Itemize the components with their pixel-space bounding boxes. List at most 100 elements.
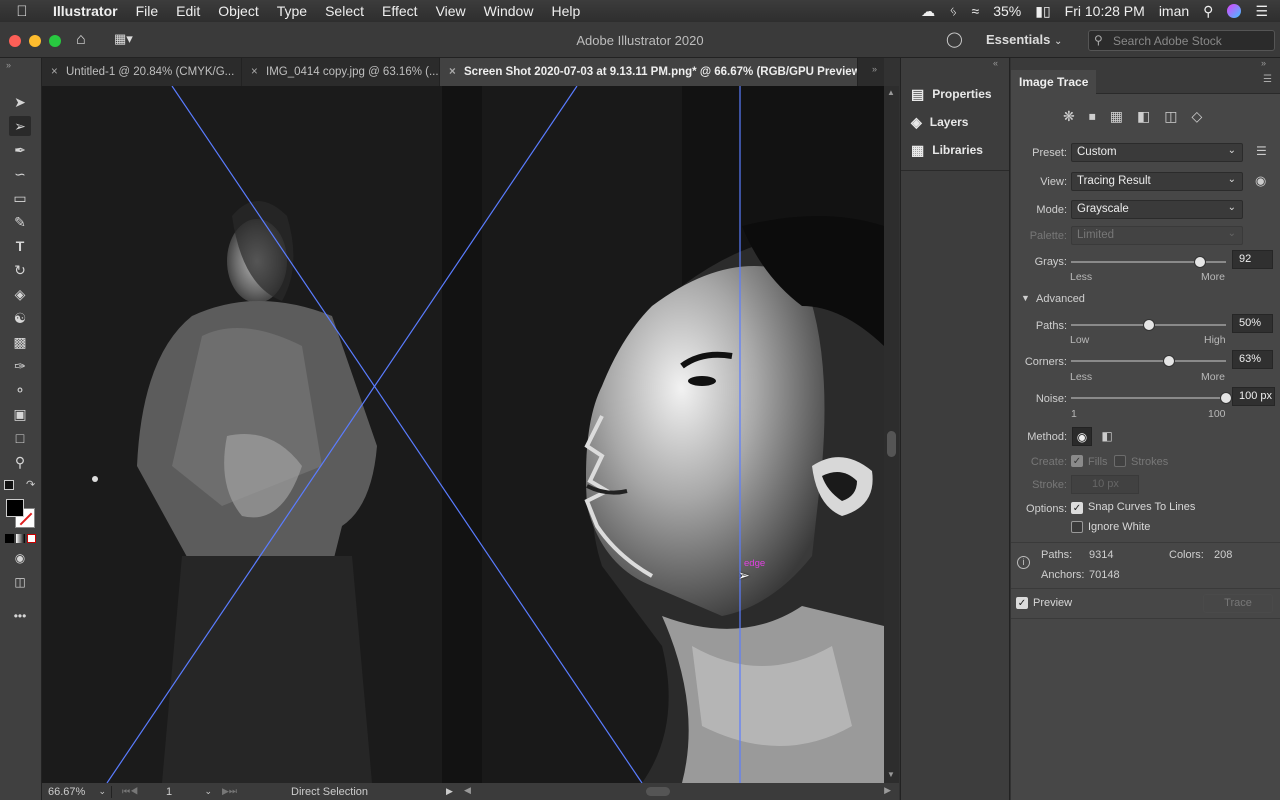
pen-tool-icon[interactable]: ✒ bbox=[9, 140, 31, 160]
outline-icon[interactable]: ◇ bbox=[1191, 108, 1216, 124]
bluetooth-icon[interactable]: ᛃ bbox=[949, 3, 957, 19]
clock[interactable]: Fri 10:28 PM bbox=[1065, 3, 1145, 19]
hscroll-thumb[interactable] bbox=[646, 787, 670, 796]
corners-value-field[interactable]: 63% bbox=[1232, 350, 1273, 369]
menu-window[interactable]: Window bbox=[475, 3, 543, 19]
siri-icon[interactable] bbox=[1227, 4, 1242, 18]
overlapping-method-icon[interactable]: ◧ bbox=[1097, 427, 1117, 446]
fill-color-swatch[interactable] bbox=[6, 499, 24, 517]
apple-icon[interactable]:  bbox=[0, 3, 44, 20]
rotate-tool-icon[interactable]: ↻ bbox=[9, 260, 31, 280]
menu-type[interactable]: Type bbox=[268, 3, 316, 19]
properties-panel-button[interactable]: ▤ Properties bbox=[911, 83, 992, 105]
scroll-left-icon[interactable]: ◀ bbox=[464, 785, 471, 796]
corners-slider-knob[interactable] bbox=[1162, 355, 1175, 367]
eraser-tool-icon[interactable]: ◈ bbox=[9, 284, 31, 304]
rectangle-tool-icon[interactable]: ▭ bbox=[9, 188, 31, 208]
color-mode-icon[interactable] bbox=[5, 534, 14, 543]
user-name[interactable]: iman bbox=[1159, 3, 1189, 19]
menu-app[interactable]: Illustrator bbox=[44, 3, 127, 19]
swap-colors-icon[interactable]: ↷ bbox=[26, 478, 35, 491]
grays-slider[interactable] bbox=[1071, 256, 1226, 268]
tab-overflow-icon[interactable]: » bbox=[872, 64, 877, 74]
menu-object[interactable]: Object bbox=[209, 3, 267, 19]
paintbrush-tool-icon[interactable]: ✎ bbox=[9, 212, 31, 232]
expand-panels-icon[interactable]: « bbox=[993, 58, 998, 68]
horizontal-scrollbar[interactable]: ◀ ▶ bbox=[464, 783, 899, 800]
noise-value-field[interactable]: 100 px bbox=[1232, 387, 1275, 406]
artboard-tool-icon[interactable]: □ bbox=[9, 428, 31, 448]
artboard-number-field[interactable]: 1 ⌄ bbox=[162, 786, 216, 798]
collapse-toolbar-icon[interactable]: » bbox=[6, 60, 11, 70]
draw-mode-icon[interactable]: ◉ bbox=[9, 548, 31, 568]
low-color-icon[interactable]: ▦ bbox=[1110, 108, 1137, 124]
trace-button[interactable]: Trace bbox=[1203, 594, 1273, 613]
snap-curves-checkbox[interactable]: ✓ bbox=[1071, 502, 1083, 514]
tab-untitled[interactable]: × Untitled-1 @ 20.84% (CMYK/G... bbox=[42, 58, 242, 86]
wifi-icon[interactable]: ≈ bbox=[972, 3, 980, 19]
tab-img-0414[interactable]: × IMG_0414 copy.jpg @ 63.16% (... bbox=[242, 58, 440, 86]
panel-title[interactable]: Image Trace bbox=[1011, 70, 1097, 94]
panel-menu-icon[interactable]: ☰ bbox=[1263, 74, 1272, 85]
status-menu-icon[interactable]: ▶ bbox=[446, 786, 464, 797]
paths-slider[interactable] bbox=[1071, 319, 1226, 331]
scroll-thumb[interactable] bbox=[887, 431, 896, 457]
close-tab-icon[interactable]: × bbox=[251, 58, 258, 86]
close-tab-icon[interactable]: × bbox=[51, 58, 58, 86]
default-colors-icon[interactable] bbox=[4, 480, 14, 490]
auto-color-icon[interactable]: ❋ bbox=[1063, 108, 1089, 124]
grayscale-icon[interactable]: ◧ bbox=[1137, 108, 1164, 124]
abutting-method-icon[interactable]: ◉ bbox=[1072, 427, 1092, 446]
preview-checkbox[interactable]: ✓ bbox=[1016, 597, 1028, 609]
gradient-mode-icon[interactable] bbox=[16, 534, 25, 543]
zoom-tool-icon[interactable]: ⚲ bbox=[9, 452, 31, 472]
none-mode-icon[interactable] bbox=[27, 534, 36, 543]
selection-tool-icon[interactable]: ➤ bbox=[9, 92, 31, 112]
menu-file[interactable]: File bbox=[127, 3, 168, 19]
curvature-tool-icon[interactable]: ∽ bbox=[9, 164, 31, 184]
vertical-scrollbar[interactable]: ▲ ▼ bbox=[884, 86, 899, 783]
shape-builder-tool-icon[interactable]: ▣ bbox=[9, 404, 31, 424]
lightbulb-icon[interactable]: ◯ bbox=[946, 30, 963, 48]
edit-toolbar-icon[interactable]: ••• bbox=[9, 606, 31, 626]
noise-slider[interactable] bbox=[1071, 392, 1232, 404]
advanced-label[interactable]: Advanced bbox=[1036, 293, 1085, 305]
preset-list-icon[interactable]: ☰ bbox=[1256, 144, 1267, 158]
spotlight-search-icon[interactable]: ⚲ bbox=[1203, 3, 1213, 20]
grays-slider-knob[interactable] bbox=[1193, 256, 1206, 268]
battery-percent[interactable]: 35% bbox=[993, 3, 1021, 19]
search-stock-input[interactable]: ⚲ Search Adobe Stock bbox=[1088, 30, 1275, 51]
direct-selection-tool-icon[interactable]: ➢ bbox=[9, 116, 31, 136]
close-tab-icon[interactable]: × bbox=[449, 58, 456, 86]
menu-view[interactable]: View bbox=[427, 3, 475, 19]
scroll-up-icon[interactable]: ▲ bbox=[887, 88, 895, 97]
scroll-right-icon[interactable]: ▶ bbox=[884, 785, 891, 796]
corners-slider[interactable] bbox=[1071, 355, 1226, 367]
artboard-next-icon[interactable]: ▶⏭ bbox=[216, 786, 256, 797]
battery-icon[interactable]: ▮▯ bbox=[1035, 3, 1050, 20]
libraries-panel-button[interactable]: ▦ Libraries bbox=[911, 139, 983, 161]
screen-mode-icon[interactable]: ◫ bbox=[9, 572, 31, 592]
high-color-icon[interactable]: ⏹ bbox=[1089, 108, 1110, 124]
blend-tool-icon[interactable]: ⚬ bbox=[9, 380, 31, 400]
workspace-switcher[interactable]: Essentials ⌄ bbox=[986, 32, 1062, 47]
palette-dropdown[interactable]: Limited ⌄ bbox=[1071, 226, 1243, 245]
layers-panel-button[interactable]: ◈ Layers bbox=[911, 111, 968, 133]
notification-center-icon[interactable]: ☰ bbox=[1255, 3, 1268, 20]
menu-help[interactable]: Help bbox=[542, 3, 589, 19]
paths-value-field[interactable]: 50% bbox=[1232, 314, 1273, 333]
menu-edit[interactable]: Edit bbox=[167, 3, 209, 19]
view-dropdown[interactable]: Tracing Result ⌄ bbox=[1071, 172, 1243, 191]
menu-select[interactable]: Select bbox=[316, 3, 373, 19]
advanced-toggle-icon[interactable]: ▼ bbox=[1021, 293, 1030, 303]
eyedropper-tool-icon[interactable]: ✑ bbox=[9, 356, 31, 376]
paths-slider-knob[interactable] bbox=[1142, 319, 1155, 331]
black-white-icon[interactable]: ◫ bbox=[1164, 108, 1191, 124]
zoom-level-dropdown[interactable]: 66.67% ⌄ bbox=[42, 785, 112, 798]
warp-tool-icon[interactable]: ☯ bbox=[9, 308, 31, 328]
ignore-white-checkbox[interactable] bbox=[1071, 521, 1083, 533]
scroll-down-icon[interactable]: ▼ bbox=[887, 770, 895, 779]
mode-dropdown[interactable]: Grayscale ⌄ bbox=[1071, 200, 1243, 219]
fills-checkbox[interactable]: ✓ bbox=[1071, 455, 1083, 467]
creative-cloud-icon[interactable]: ☁ bbox=[921, 3, 935, 20]
